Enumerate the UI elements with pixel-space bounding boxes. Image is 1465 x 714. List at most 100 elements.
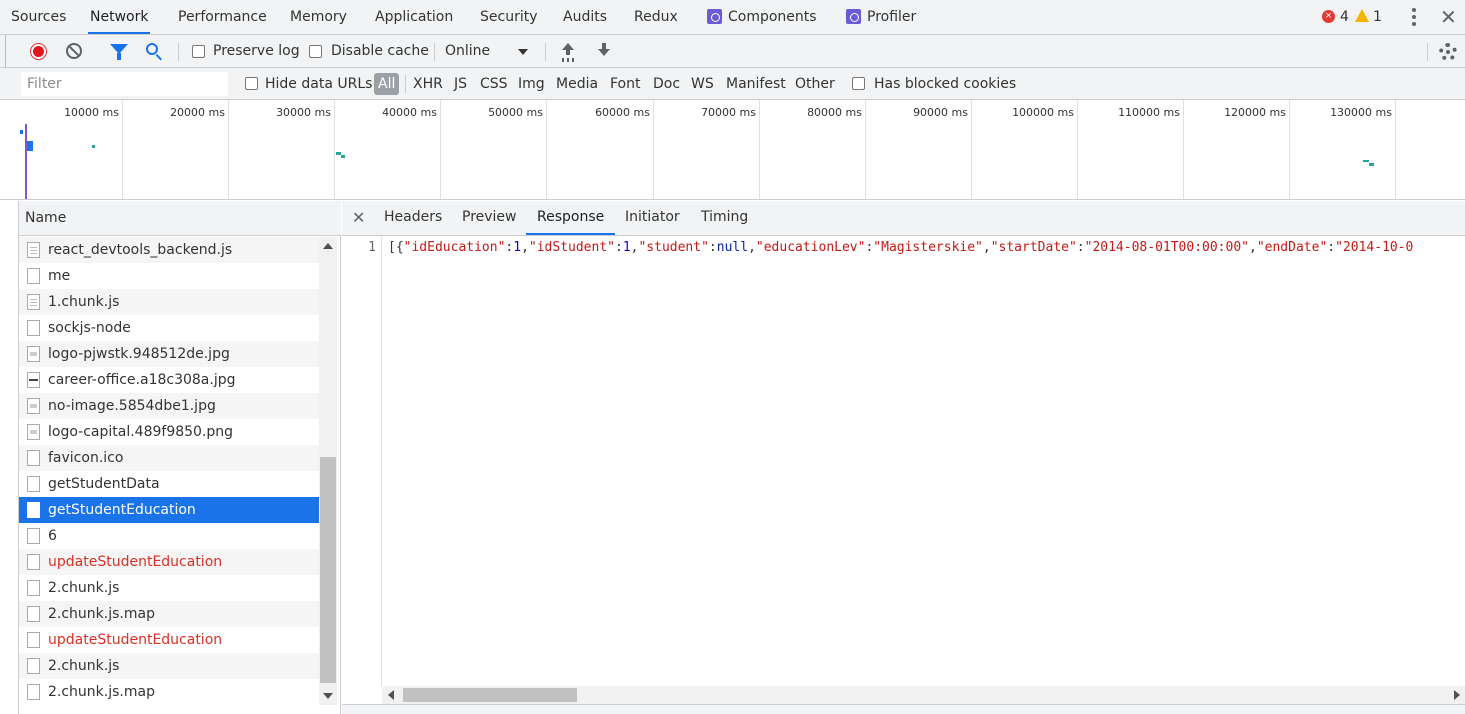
scrollbar-thumb[interactable] (320, 457, 336, 683)
chevron-down-icon[interactable] (518, 49, 528, 55)
tab-profiler[interactable]: Profiler (844, 0, 918, 34)
filter-type-font[interactable]: Font (610, 68, 640, 100)
preserve-log-checkbox[interactable] (192, 45, 205, 58)
tab-preview[interactable]: Preview (451, 201, 528, 235)
filter-divider (405, 75, 406, 93)
filter-type-css[interactable]: CSS (480, 68, 508, 100)
timeline-tick-label: 10000 ms (64, 106, 119, 119)
tab-audits[interactable]: Audits (561, 0, 609, 34)
request-row[interactable]: 2.chunk.js.map (19, 679, 319, 705)
warning-count[interactable]: 1 (1373, 0, 1382, 34)
timeline-gridline (228, 100, 229, 199)
tab-sources[interactable]: Sources (9, 0, 68, 34)
request-row[interactable]: 2.chunk.js (19, 575, 319, 601)
tab-security[interactable]: Security (478, 0, 540, 34)
import-har-icon[interactable] (561, 43, 575, 59)
response-token: 1 (513, 240, 522, 255)
timeline-gridline (546, 100, 547, 199)
filter-toggle-icon[interactable] (110, 44, 128, 60)
close-icon[interactable]: ✕ (352, 201, 365, 234)
filter-type-js[interactable]: JS (454, 68, 467, 100)
hide-data-urls-checkbox[interactable] (245, 77, 258, 90)
tab-timing[interactable]: Timing (690, 201, 759, 235)
response-horizontal-scrollbar[interactable] (382, 686, 1465, 704)
record-button[interactable] (30, 43, 47, 60)
filter-type-img[interactable]: Img (518, 68, 545, 100)
scroll-left-arrow-icon[interactable] (388, 690, 394, 700)
request-row[interactable]: career-office.a18c308a.jpg (19, 367, 319, 393)
request-name: updateStudentEducation (48, 554, 223, 570)
toolbar-divider (434, 43, 435, 61)
request-row[interactable]: updateStudentEducation (19, 549, 319, 575)
response-body[interactable]: [{"idEducation":1,"idStudent":1,"student… (388, 240, 1413, 255)
request-list-panel: Name react_devtools_backend.jsme 1.chunk.… (19, 201, 341, 714)
request-name: me (48, 268, 71, 284)
gear-icon[interactable] (1439, 43, 1457, 61)
tab-memory[interactable]: Memory (288, 0, 349, 34)
tab-components[interactable]: Components (705, 0, 819, 34)
request-row[interactable]: updateStudentEducation (19, 627, 319, 653)
tab-redux[interactable]: Redux (632, 0, 680, 34)
filter-type-doc[interactable]: Doc (653, 68, 680, 100)
tab-headers[interactable]: Headers (373, 201, 453, 235)
filter-type-media[interactable]: Media (556, 68, 598, 100)
disable-cache-label[interactable]: Disable cache (331, 35, 429, 68)
detail-tab-bar: ✕ Headers Preview Response Initiator Tim… (342, 201, 1465, 236)
request-name: logo-capital.489f9850.png (48, 424, 234, 440)
tab-application[interactable]: Application (373, 0, 455, 34)
request-list-scrollbar[interactable] (319, 237, 337, 705)
timeline-tick-label: 60000 ms (595, 106, 650, 119)
request-row[interactable]: getStudentEducation (19, 497, 319, 523)
timeline-tick-label: 40000 ms (382, 106, 437, 119)
filter-type-all[interactable]: All (374, 73, 400, 95)
request-row[interactable]: 2.chunk.js.map (19, 601, 319, 627)
request-row[interactable]: favicon.ico (19, 445, 319, 471)
scroll-down-arrow-icon[interactable] (323, 693, 333, 699)
preserve-log-label[interactable]: Preserve log (213, 35, 300, 68)
request-row[interactable]: logo-capital.489f9850.png (19, 419, 319, 445)
tab-initiator[interactable]: Initiator (614, 201, 691, 235)
response-token: , (521, 240, 529, 255)
clear-icon[interactable] (66, 43, 82, 59)
scroll-up-arrow-icon[interactable] (323, 243, 333, 249)
scroll-right-arrow-icon[interactable] (1454, 690, 1460, 700)
request-row[interactable]: me (19, 263, 319, 289)
request-row[interactable]: getStudentData (19, 471, 319, 497)
timeline-overview[interactable]: 10000 ms 20000 ms 30000 ms 40000 ms 50000 ms… (0, 100, 1465, 200)
tab-components-label: Components (728, 9, 817, 25)
more-options-icon[interactable] (1412, 8, 1416, 26)
request-name: logo-pjwstk.948512de.jpg (48, 346, 230, 362)
throttling-select[interactable]: Online (445, 35, 490, 68)
tab-response[interactable]: Response (526, 201, 616, 235)
timeline-tick-label: 30000 ms (276, 106, 331, 119)
filter-type-xhr[interactable]: XHR (413, 68, 443, 100)
has-blocked-cookies-checkbox[interactable] (852, 77, 865, 90)
close-devtools-icon[interactable]: ✕ (1440, 5, 1457, 29)
export-har-icon[interactable] (597, 43, 611, 59)
filter-type-manifest[interactable]: Manifest (726, 68, 786, 100)
timeline-tick-label: 20000 ms (170, 106, 225, 119)
request-row[interactable]: no-image.5854dbe1.jpg (19, 393, 319, 419)
react-profiler-icon (846, 9, 861, 24)
search-icon[interactable] (146, 43, 158, 55)
name-column-header[interactable]: Name (19, 201, 341, 236)
request-row[interactable]: 1.chunk.js (19, 289, 319, 315)
scrollbar-thumb[interactable] (403, 688, 577, 702)
has-blocked-cookies-label[interactable]: Has blocked cookies (874, 68, 1016, 100)
disable-cache-checkbox[interactable] (309, 45, 322, 58)
error-count[interactable]: 4 (1340, 0, 1349, 34)
file-icon (27, 268, 40, 284)
request-row[interactable]: 6 (19, 523, 319, 549)
request-row[interactable]: 2.chunk.js (19, 653, 319, 679)
filter-input[interactable] (21, 72, 228, 96)
error-icon[interactable]: × (1322, 10, 1335, 23)
filter-type-ws[interactable]: WS (691, 68, 714, 100)
hide-data-urls-label[interactable]: Hide data URLs (265, 68, 372, 100)
request-row[interactable]: react_devtools_backend.js (19, 237, 319, 263)
tab-network[interactable]: Network (88, 0, 151, 34)
filter-type-other[interactable]: Other (795, 68, 835, 100)
warning-icon[interactable] (1355, 9, 1369, 22)
request-row[interactable]: logo-pjwstk.948512de.jpg (19, 341, 319, 367)
tab-performance[interactable]: Performance (176, 0, 269, 34)
request-row[interactable]: sockjs-node (19, 315, 319, 341)
